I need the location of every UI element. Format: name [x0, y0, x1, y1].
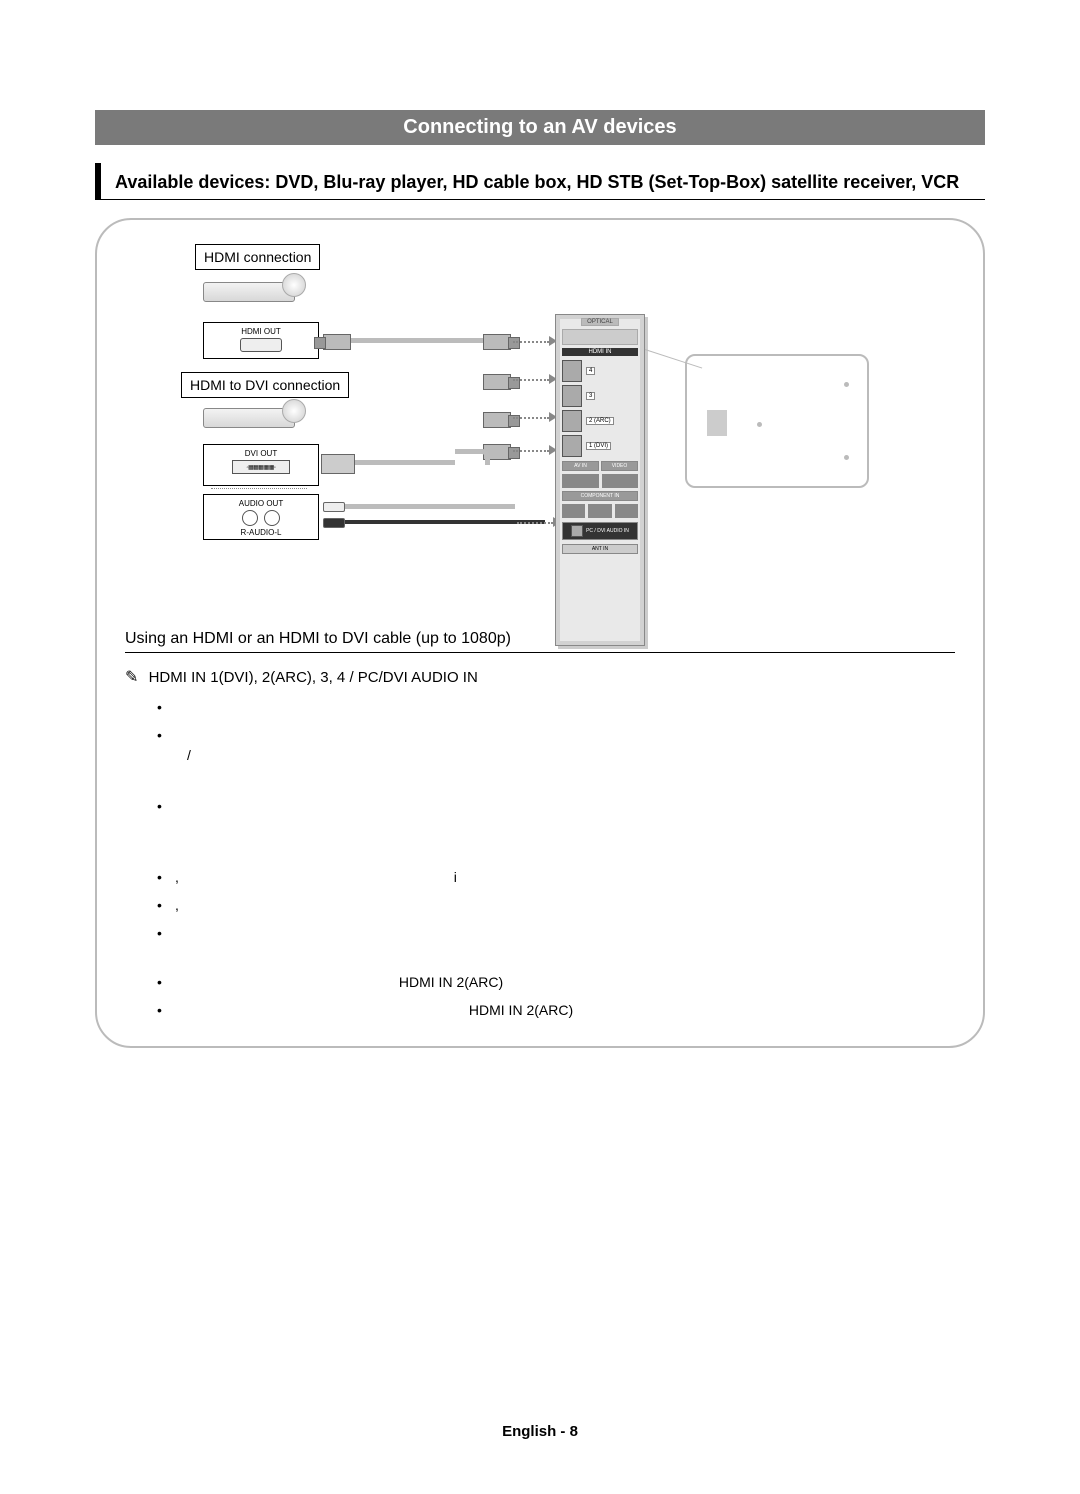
component-in-label: COMPONENT IN: [562, 491, 638, 501]
optical-label: OPTICAL: [581, 318, 619, 326]
page-title: Connecting to an AV devices: [403, 116, 676, 138]
rca-pair-icon: [206, 510, 316, 526]
hdmi-in-note-line: ✎ HDMI IN 1(DVI), 2(ARC), 3, 4 / PC/DVI …: [125, 667, 955, 687]
using-hdmi-header: Using an HDMI or an HDMI to DVI cable (u…: [125, 630, 955, 653]
hdmi-out-label: HDMI OUT: [206, 327, 316, 336]
hdmi-in-label: HDMI IN: [562, 348, 638, 356]
dashed-arrow-4: [513, 450, 549, 452]
audio-minijack-black-icon: [323, 518, 345, 528]
hdmi-in-2-arc-text-2: HDMI IN 2(ARC): [469, 1002, 573, 1018]
page-footer: English - 8: [0, 1423, 1080, 1440]
audio-jack-icon: [571, 525, 583, 537]
notes-section: Using an HDMI or an HDMI to DVI cable (u…: [125, 630, 955, 1027]
bullet-item: , padding line: [175, 895, 955, 917]
hdmi-to-dvi-connection-label: HDMI to DVI connection: [181, 372, 349, 398]
hdmi-port-1-label: 1 (DVI): [586, 442, 611, 450]
hdmi-port-icon: [562, 360, 582, 382]
hdmi-port-4-row: 4: [562, 361, 638, 381]
visible-comma-2: ,: [175, 895, 189, 917]
player-icon: [203, 278, 295, 306]
bullet-item: pad HDMI IN 2(ARC): [175, 1000, 955, 1022]
note-icon: ✎: [125, 669, 138, 686]
hdmi-port-3-row: 3: [562, 386, 638, 406]
pc-dvi-audio-in-label: PC / DVI AUDIO IN: [586, 528, 629, 534]
hdmi-port-2-row: 2 (ARC): [562, 411, 638, 431]
manual-page: Connecting to an AV devices Available de…: [0, 0, 1080, 1494]
tv-outline-icon: [685, 354, 869, 488]
page-title-bar: Connecting to an AV devices: [95, 110, 985, 145]
av-in-label: AV IN: [562, 461, 599, 471]
page-number: English - 8: [502, 1423, 578, 1440]
hdmi-connection-label: HDMI connection: [195, 244, 320, 270]
hdmi-port-2-label: 2 (ARC): [586, 417, 614, 425]
hdmi-slot-icon: [240, 338, 282, 352]
audio-cable-b-icon: [345, 520, 545, 524]
hdmi-out-box: HDMI OUT: [203, 322, 319, 359]
bullet-item: [175, 697, 955, 719]
available-devices-block: Available devices: DVD, Blu-ray player, …: [95, 163, 985, 200]
r-audio-l-label: R-AUDIO-L: [206, 528, 316, 537]
audio-out-label: AUDIO OUT: [206, 499, 316, 508]
dvi-cable-icon: [355, 460, 455, 465]
bullet-item: pad HDMI IN 2(ARC): [175, 972, 955, 994]
connection-diagram: HDMI connection HDMI OUT HDMI to DVI con…: [125, 244, 955, 644]
available-devices-text: Available devices: DVD, Blu-ray player, …: [115, 172, 959, 192]
bullet-item: [175, 923, 955, 966]
optical-port-icon: [562, 329, 638, 345]
video-label: VIDEO: [601, 461, 638, 471]
dashed-arrow-5: [517, 522, 553, 524]
hdmi-in-2-arc-text-1: HDMI IN 2(ARC): [399, 974, 503, 990]
dvi-plug-icon: [321, 454, 355, 474]
audio-minijack-white-icon: [323, 502, 345, 512]
bullet-item: , i: [175, 867, 955, 889]
dashed-arrow-2: [513, 379, 549, 381]
hdmi-port-3-label: 3: [586, 392, 595, 400]
dashed-arrow-1: [513, 341, 549, 343]
ant-in-label: ANT IN: [562, 544, 638, 554]
hdmi-plug-icon: [323, 334, 351, 350]
hdmi-plug-tv-3-icon: [483, 412, 511, 428]
hdmi-in-note-text: HDMI IN 1(DVI), 2(ARC), 3, 4 / PC/DVI AU…: [149, 669, 478, 686]
dvi-slot-icon: ◦▦▦▦▦▦◦: [232, 460, 290, 474]
hdmi-port-4-label: 4: [586, 367, 595, 375]
bullet-item: [175, 796, 955, 861]
hdmi-port-icon: [562, 385, 582, 407]
hdmi-plug-tv-1-icon: [483, 334, 511, 350]
dvi-out-box: DVI OUT ◦▦▦▦▦▦◦: [203, 444, 319, 486]
bullet-list: , i , padding line pad HDMI IN 2(ARC) pa…: [175, 697, 955, 1021]
visible-i: i: [193, 867, 457, 889]
hdmi-port-icon: [562, 410, 582, 432]
cable-bend-icon: [455, 449, 490, 465]
bullet-item: [175, 725, 955, 790]
av-component-block: AV IN VIDEO COMPONENT IN: [562, 461, 638, 518]
dvi-out-label: DVI OUT: [206, 449, 316, 458]
hdmi-plug-tv-2-icon: [483, 374, 511, 390]
audio-cable-w-icon: [345, 504, 515, 509]
dashed-arrow-3: [513, 417, 549, 419]
hdmi-port-icon: [562, 435, 582, 457]
hdmi-port-1-row: 1 (DVI): [562, 436, 638, 456]
player-icon-2: [203, 404, 295, 432]
diagram-container: HDMI connection HDMI OUT HDMI to DVI con…: [95, 218, 985, 1048]
dotted-divider: [211, 488, 307, 489]
visible-comma: ,: [175, 867, 189, 889]
hdmi-cable-icon: [351, 338, 483, 343]
tv-back-panel: OPTICAL HDMI IN 4 3 2 (ARC) 1 (DVI): [555, 314, 645, 646]
pc-dvi-audio-in-row: PC / DVI AUDIO IN: [562, 522, 638, 540]
audio-out-box: AUDIO OUT R-AUDIO-L: [203, 494, 319, 540]
